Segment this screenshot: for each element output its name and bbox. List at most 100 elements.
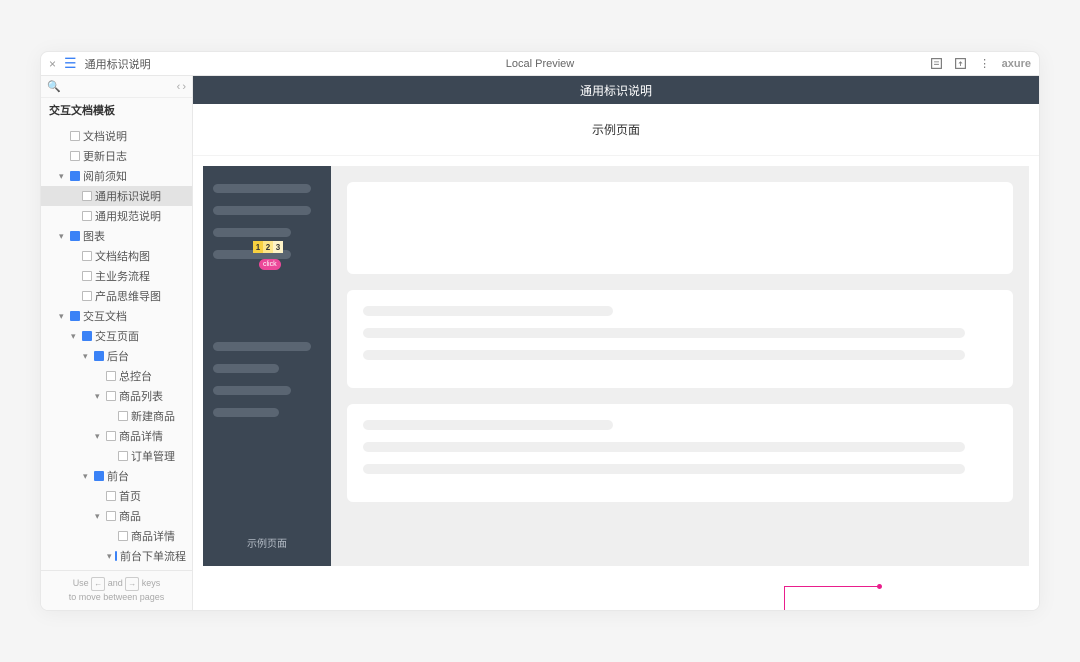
file-icon [106, 371, 116, 381]
tree-row[interactable]: ▾ 交互文档 [41, 306, 192, 326]
tree-label: 订单管理 [131, 448, 175, 464]
sidebar-search[interactable]: 🔍 ‹ › [41, 76, 192, 98]
skeleton [363, 328, 965, 338]
nav-next-icon[interactable]: › [182, 81, 186, 93]
tree-row[interactable]: ▾ 后台 [41, 346, 192, 366]
card [347, 404, 1013, 502]
caret-icon: ▾ [95, 391, 103, 402]
tree-label: 文档说明 [83, 128, 127, 144]
tree-label: 更新日志 [83, 148, 127, 164]
tree-row[interactable]: 商品详情 [41, 526, 192, 546]
tree-label: 产品思维导图 [95, 288, 161, 304]
tree-label: 总控台 [119, 368, 152, 384]
file-icon [106, 491, 116, 501]
tree-row[interactable]: 主业务流程 [41, 266, 192, 286]
tree-label: 通用标识说明 [95, 188, 161, 204]
tree-row[interactable]: 订单管理 [41, 446, 192, 466]
skeleton [363, 420, 613, 430]
tree-label: 文档结构图 [95, 248, 150, 264]
callout-number: 1 [253, 241, 263, 253]
tree-row[interactable]: 产品思维导图 [41, 286, 192, 306]
nav-prev-icon[interactable]: ‹ [177, 81, 181, 93]
tree-label: 前台下单流程 [120, 548, 186, 564]
tree-label: 前台 [107, 468, 129, 484]
file-icon [118, 451, 128, 461]
sub-header: 示例页面 [193, 104, 1039, 156]
tree-label: 商品详情 [131, 528, 175, 544]
caret-icon: ▾ [59, 231, 67, 242]
tree-label: 交互页面 [95, 328, 139, 344]
nav-pill [213, 206, 311, 215]
caret-icon: ▾ [59, 171, 67, 182]
panel-icon[interactable] [930, 57, 944, 71]
nav-pill [213, 184, 311, 193]
caret-icon: ▾ [83, 351, 91, 362]
tree-row[interactable]: 文档说明 [41, 126, 192, 146]
caret-icon: ▾ [107, 551, 112, 562]
caret-icon: ▾ [83, 471, 91, 482]
sidebar: 🔍 ‹ › 交互文档模板 文档说明更新日志 ▾ 阅前须知通用标识说明通用规范说明▾图… [41, 76, 193, 610]
folder-icon [82, 331, 92, 341]
example-app: 1 2 3 click 示例页面 [203, 166, 1029, 566]
tree-label: 商品详情 [119, 428, 163, 444]
tree-label: 交互文档 [83, 308, 127, 324]
tree-row[interactable]: 新建商品 [41, 406, 192, 426]
file-icon [118, 531, 128, 541]
file-icon [82, 251, 92, 261]
tree-label: 后台 [107, 348, 129, 364]
tree-row[interactable]: ▾ 前台下单流程 [41, 546, 192, 566]
main: 🔍 ‹ › 交互文档模板 文档说明更新日志▾阅前须知通用标识说明通用规范说明▾图… [41, 76, 1039, 610]
tree-row[interactable]: 文档结构图 [41, 246, 192, 266]
section-title: 交互文档模板 [41, 98, 192, 122]
nav-pill [213, 364, 279, 373]
hamburger-icon[interactable]: ☰ [64, 55, 77, 72]
tree-label: 首页 [119, 488, 141, 504]
click-badge: click [259, 259, 281, 270]
caret-icon: ▾ [59, 311, 67, 322]
tree-label: 阅前须知 [83, 168, 127, 184]
tree-row[interactable]: 首页 [41, 486, 192, 506]
caret-icon: ▾ [95, 511, 103, 522]
tree-label: 主业务流程 [95, 268, 150, 284]
tree-row[interactable]: ▾ 前台 [41, 466, 192, 486]
content: 通用标识说明 示例页面 [193, 76, 1039, 610]
page-tree[interactable]: 文档说明更新日志 ▾ 阅前须知通用标识说明通用规范说明▾图表文档结构图主业务流程产品… [41, 122, 192, 570]
more-icon[interactable]: ⋮ [978, 57, 992, 71]
tree-row[interactable]: ▾ 阅前须知 [41, 166, 192, 186]
file-icon [70, 131, 80, 141]
close-icon[interactable]: × [49, 57, 56, 71]
file-icon [106, 511, 116, 521]
page-title: 通用标识说明 [85, 56, 151, 72]
folder-icon [115, 551, 117, 561]
folder-icon [94, 471, 104, 481]
skeleton [363, 464, 965, 474]
example-content [331, 166, 1029, 566]
example-footer: 示例页面 [213, 529, 321, 556]
file-icon [106, 391, 116, 401]
folder-icon [70, 231, 80, 241]
tree-row[interactable]: 总控台 [41, 366, 192, 386]
folder-icon [70, 171, 80, 181]
tree-row[interactable]: 更新日志 [41, 146, 192, 166]
caret-icon: ▾ [71, 331, 79, 342]
tree-row[interactable]: 通用规范说明 [41, 206, 192, 226]
callout-number: 3 [273, 241, 283, 253]
example-sidebar: 1 2 3 click 示例页面 [203, 166, 331, 566]
tree-row[interactable]: ▾图表 [41, 226, 192, 246]
tree-row[interactable]: ▾ 商品 [41, 506, 192, 526]
annotation-line [784, 586, 879, 610]
page-header: 通用标识说明 [193, 76, 1039, 104]
tree-row[interactable]: ▾商品列表 [41, 386, 192, 406]
file-icon [82, 271, 92, 281]
caret-icon: ▾ [95, 431, 103, 442]
tree-row[interactable]: ▾ 交互页面 [41, 326, 192, 346]
preview-label: Local Preview [506, 58, 574, 70]
tree-label: 商品 [119, 508, 141, 524]
tree-row[interactable]: ▾ 商品详情 [41, 426, 192, 446]
skeleton [363, 306, 613, 316]
tree-row[interactable]: 通用标识说明 [41, 186, 192, 206]
canvas[interactable]: 1 2 3 click 示例页面 [193, 156, 1039, 610]
tree-label: 新建商品 [131, 408, 175, 424]
export-icon[interactable] [954, 57, 968, 71]
nav-pill [213, 228, 291, 237]
